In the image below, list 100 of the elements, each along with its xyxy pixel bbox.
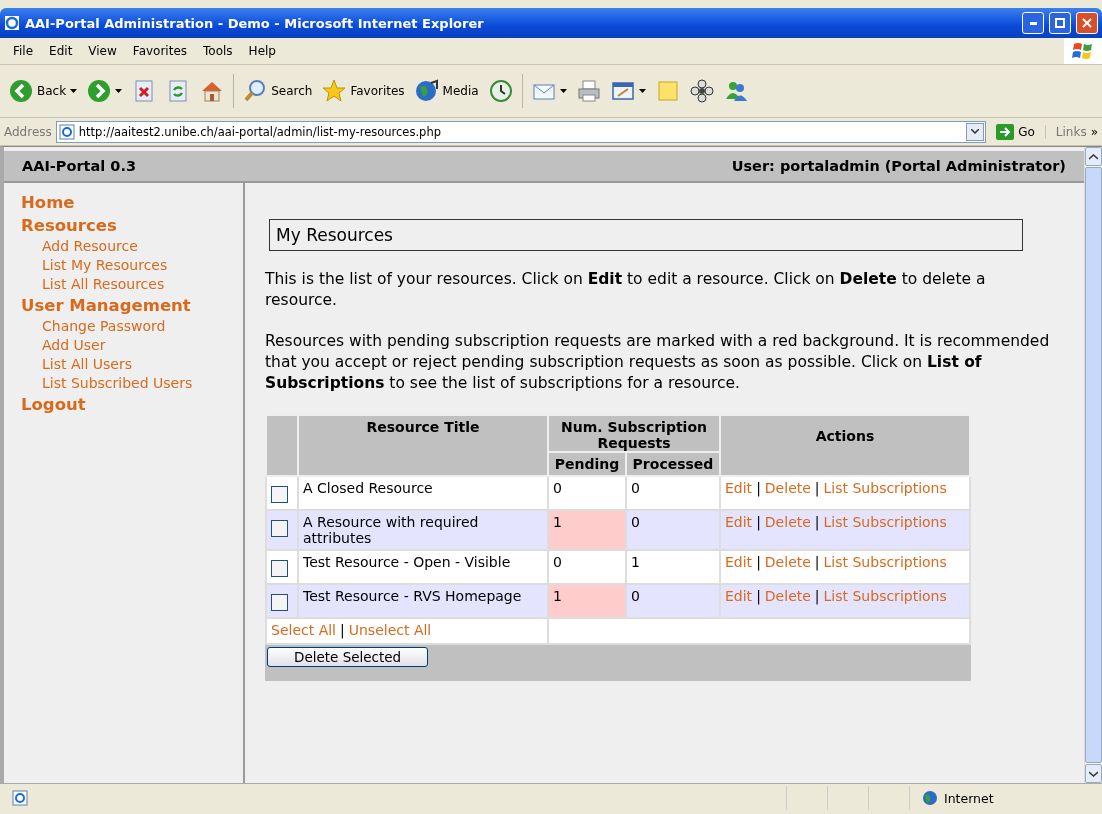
close-button[interactable] [1076,12,1098,34]
sidebar-item[interactable]: List Subscribed Users [21,374,243,393]
caret-icon [115,89,123,93]
printer-icon [576,79,601,103]
page-icon [12,790,28,806]
column-header: Pending [554,456,620,472]
table-cell: Test Resource - RVS Homepage [303,588,522,604]
action-link[interactable]: Edit [725,480,753,496]
action-link[interactable]: List Subscriptions [823,554,947,570]
sidebar-section[interactable]: Resources [21,214,243,237]
delete-selected-button[interactable]: Delete Selected [267,647,429,667]
action-link[interactable]: Edit [725,554,753,570]
caret-icon [559,89,567,93]
user-label: User: portaladmin (Portal Administrator) [731,158,1066,174]
row-checkbox[interactable] [271,520,288,537]
sidebar-item[interactable]: Add User [21,336,243,355]
toolbar-button[interactable]: Media [411,77,482,105]
sidebar-item[interactable]: Change Password [21,317,243,336]
address-label: Address [4,124,52,139]
caret-icon [70,89,78,93]
column-header: Processed [632,456,714,472]
table-cell: Test Resource - Open - Visible [303,554,511,570]
table-cell: 1 [553,514,562,530]
portal-name: AAI-Portal 0.3 [22,158,137,174]
scrollbar[interactable] [1084,147,1102,783]
separator: | [813,480,821,496]
address-field[interactable]: http://aaitest2.unibe.ch/aai-portal/admin/list-my-resources.php [55,120,987,143]
select-all-link[interactable]: Select All [271,622,336,638]
arrow-right-icon [996,123,1015,140]
browser-logo-icon [4,15,20,31]
toolbar-button[interactable]: Search [240,77,316,105]
clock-icon [488,79,513,103]
menu-item[interactable]: Help [241,42,283,60]
sidebar-item[interactable]: List All Users [21,355,243,374]
paragraph: This is the list of your resources. Click on Edit to edit a resource. Click on Delete to delete a resource. [265,269,987,311]
row-checkbox[interactable] [271,486,288,503]
paragraph: Resources with pending subscription requests are marked with a red background. It is recommended that you accept or reject pending subscription requests as soon as possible. Click on List of Subscriptions to see the list of subscriptions for a resource. [265,331,1050,394]
page-heading: My Resources [269,219,1023,251]
globe-icon [414,79,439,103]
table-cell: 0 [631,480,640,496]
page-icon [58,123,75,140]
action-link[interactable]: List Subscriptions [823,588,947,604]
toolbar-button[interactable]: Back [6,77,81,105]
column-header: Actions [815,428,875,444]
sidebar-section[interactable]: Home [21,191,243,214]
table-cell: 0 [553,480,562,496]
windows-flag-icon [1064,38,1102,64]
action-link[interactable]: List Subscriptions [823,514,947,530]
action-link[interactable]: Edit [725,514,753,530]
go-button[interactable]: Go [990,123,1041,140]
zone-label: Internet [944,790,994,806]
menu-item[interactable]: File [6,42,41,60]
table-cell: 0 [631,514,640,530]
sidebar-item[interactable]: List My Resources [21,256,243,275]
minimize-icon [1029,21,1037,25]
action-link[interactable]: Delete [764,480,811,496]
toolbar-button[interactable]: Favorites [319,77,408,105]
more-chevron[interactable]: » [1090,124,1098,139]
flower-icon [689,79,714,103]
separator: | [339,622,346,638]
chevron-up-icon[interactable] [1089,153,1098,160]
star-icon [322,79,347,103]
action-link[interactable]: Delete [764,514,811,530]
menu-item[interactable]: Tools [196,42,240,60]
action-link[interactable]: Edit [725,588,753,604]
table-cell: 0 [631,588,640,604]
chevron-down-icon[interactable] [1089,770,1098,777]
sidebar-item[interactable]: List All Resources [21,275,243,294]
dropdown-button[interactable] [966,122,985,141]
separator: | [813,588,821,604]
edit-icon [610,79,635,103]
links-button[interactable]: Links [1044,124,1087,139]
maximize-button[interactable] [1049,12,1071,34]
action-link[interactable]: List Subscriptions [823,480,947,496]
chevron-down-icon [971,129,980,134]
table-cell: 1 [631,554,640,570]
menu-item[interactable]: Favorites [125,42,195,60]
close-icon [1082,18,1092,28]
separator: | [813,554,821,570]
table-cell: 0 [553,554,562,570]
people-icon [723,79,748,103]
window-title: AAI-Portal Administration - Demo - Microsoft Internet Explorer [25,15,485,31]
menu-item[interactable]: Edit [42,42,80,60]
sidebar-section[interactable]: User Management [21,294,243,317]
row-checkbox[interactable] [271,594,288,611]
menu-item[interactable]: View [81,42,124,60]
unselect-all-link[interactable]: Unselect All [348,622,432,638]
separator: | [755,588,762,604]
column-header: Resource Title [366,419,480,435]
action-link[interactable]: Delete [764,588,811,604]
separator: | [755,480,762,496]
table-cell: A Resource with required attributes [303,514,479,546]
sticky-note-icon [655,79,680,103]
table-cell: A Closed Resource [303,480,433,496]
action-link[interactable]: Delete [764,554,811,570]
minimize-button[interactable] [1022,12,1044,34]
table-cell: 1 [553,588,562,604]
sidebar-section[interactable]: Logout [21,393,243,416]
sidebar-item[interactable]: Add Resource [21,237,243,256]
row-checkbox[interactable] [271,560,288,577]
